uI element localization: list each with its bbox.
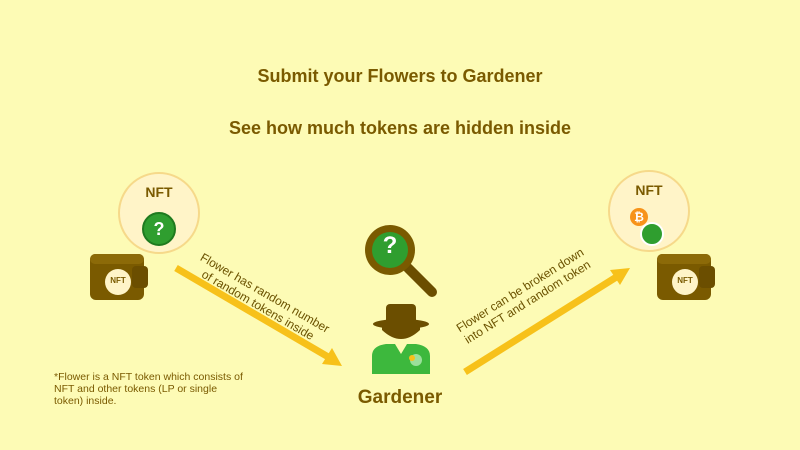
leaf-token-icon: [640, 222, 664, 246]
right-nft-label: NFT: [635, 182, 663, 198]
magnifier-icon: ?: [362, 222, 442, 307]
gardener-icon: [366, 302, 436, 379]
gardener-label: Gardener: [357, 387, 443, 408]
footnote: *Flower is a NFT token which consists of…: [54, 371, 243, 407]
right-nft-bubble: NFT ₿: [608, 170, 690, 252]
right-wallet-label: NFT: [677, 276, 693, 285]
magnifier-question: ?: [382, 232, 398, 259]
right-wallet-icon: NFT: [655, 250, 717, 307]
